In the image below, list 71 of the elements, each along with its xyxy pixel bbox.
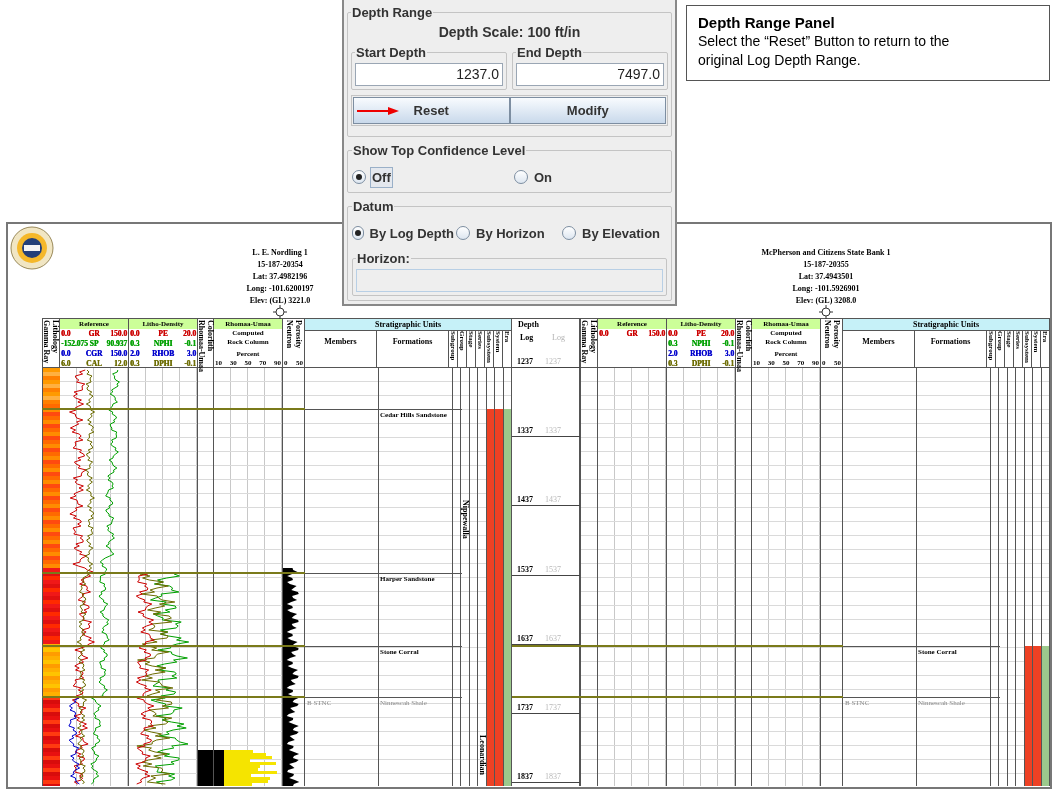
horizon-input[interactable] (356, 268, 663, 292)
radio-button[interactable] (352, 170, 366, 185)
radio-label: By Elevation (581, 224, 662, 243)
seal-logo (10, 226, 54, 270)
well-info-line: 15-187-20355 (803, 259, 849, 271)
depth-label: 1737 (517, 702, 533, 713)
depth-label: 1237 (517, 356, 533, 367)
track-title: Gamma Ray (42, 320, 51, 364)
panel-button[interactable]: Reset (353, 97, 510, 124)
well-info-line: 15-187-20354 (257, 259, 303, 271)
depth-scale-label: Depth Scale: 100 ft/in (437, 22, 582, 41)
depth-label: 1637 (517, 632, 533, 644)
radio-label: Off (370, 166, 393, 188)
radio-label: By Log Depth (368, 224, 455, 243)
track-title: Neutron (284, 320, 294, 349)
rock-column-drawing (214, 750, 280, 786)
depth-input[interactable]: 7497.0 (516, 62, 664, 86)
column-title: Log (552, 332, 565, 344)
group-title: Datum (352, 198, 395, 216)
well-info-line: Long: -101.5926901 (792, 283, 860, 295)
unit-label: Leonardian (478, 735, 487, 775)
radio-button[interactable] (562, 226, 576, 241)
callout-text: Select the “Reset” Button to return to the original Log Depth Range. (698, 32, 951, 70)
group-title: End Depth (516, 43, 583, 62)
track-title: Rhomaa-Umaa (196, 320, 206, 372)
unit-label: Nippewalla (461, 500, 470, 539)
track-title: Depth (518, 319, 540, 330)
group-title: Show Top Confidence Level (352, 142, 527, 160)
radio-button[interactable] (352, 226, 364, 241)
depth-label: 1837 (517, 771, 533, 783)
track-title: Colorlith (205, 320, 215, 352)
radio-button[interactable] (514, 170, 528, 185)
callout-title: Depth Range Panel (698, 13, 836, 32)
column-title: Formations (915, 331, 987, 367)
well-info-line: Elev: (GL) 3208.0 (795, 295, 857, 307)
crosshair-icon (273, 305, 287, 319)
depth-label: 1537 (517, 563, 533, 575)
depth-label: 1337 (517, 425, 533, 437)
group-title: Start Depth (355, 43, 428, 62)
track-title: Neutron (822, 320, 832, 349)
group-title: Depth Range (351, 4, 434, 22)
group-title: Horizon: (356, 250, 411, 268)
radio-button[interactable] (456, 226, 470, 241)
track-title: Colorlith (743, 320, 753, 352)
track-title: Stratigraphic Units (843, 319, 1049, 331)
column-title: Log (520, 332, 534, 344)
column-title: Formations (377, 331, 449, 367)
column-title: Members (305, 331, 377, 367)
column-title: Members (843, 331, 915, 367)
track-title: Gamma Ray (580, 320, 589, 364)
depth-input[interactable]: 1237.0 (355, 62, 503, 86)
track-title: Lithology (589, 320, 598, 353)
radio-label: On (533, 168, 554, 187)
well-info-line: Lat: 37.4943501 (798, 271, 854, 283)
depth-label: 1437 (517, 494, 533, 506)
colorlith-drawing (198, 750, 213, 786)
panel-button[interactable]: Modify (509, 97, 666, 124)
depth-label: 1837 (545, 771, 561, 783)
radio-label: By Horizon (475, 224, 546, 243)
track-title: Porosity (831, 320, 841, 349)
crosshair-icon (819, 305, 833, 319)
well-info-line: Elev: (GL) 3221.0 (249, 295, 311, 307)
well-info-line: Long: -101.6200197 (246, 283, 314, 295)
track-title: Porosity (293, 320, 303, 349)
track-title: Lithology (51, 320, 60, 353)
track-title: Rhomaa-Umaa (734, 320, 744, 372)
track-title: Stratigraphic Units (305, 319, 511, 331)
well-info-line: L. E. Nordling 1 (252, 247, 308, 259)
well-info-line: McPherson and Citizens State Bank 1 (761, 247, 891, 259)
depth-label: 1237 (545, 356, 561, 367)
well-info-line: Lat: 37.4982196 (252, 271, 308, 283)
